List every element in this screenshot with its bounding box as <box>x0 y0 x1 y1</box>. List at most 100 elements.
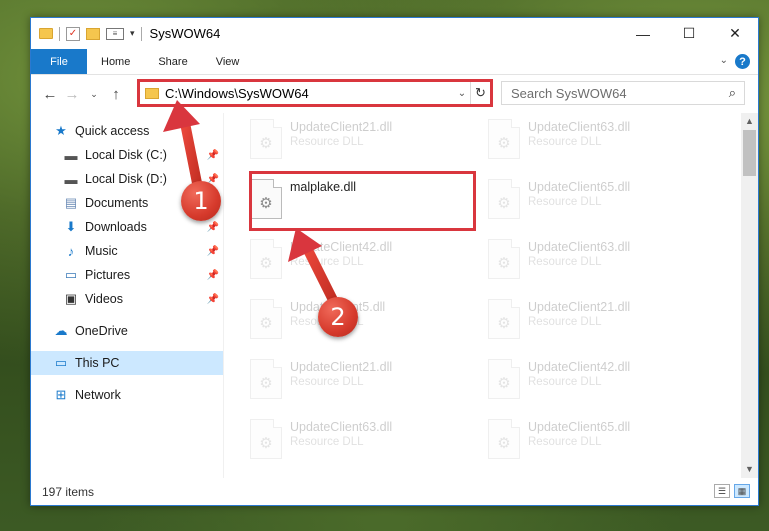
sidebar-item-network[interactable]: ⊞ Network <box>31 383 223 407</box>
divider <box>140 26 142 41</box>
file-item[interactable]: ⚙ UpdateClient5.dllResource DLL <box>246 293 476 349</box>
vertical-scrollbar[interactable]: ▲ ▼ <box>741 113 758 478</box>
main-area: ★ Quick access ▬ Local Disk (C:) 📌 ▬ Loc… <box>31 113 758 478</box>
help-button[interactable]: ? <box>735 54 750 69</box>
file-highlight-box <box>249 171 476 231</box>
minimize-button[interactable]: — <box>620 18 666 49</box>
file-name: UpdateClient21.dll <box>290 360 393 374</box>
file-type: Resource DLL <box>290 136 364 148</box>
dll-file-icon: ⚙ <box>488 119 520 159</box>
pin-icon[interactable]: 📌 <box>207 270 219 281</box>
tab-file[interactable]: File <box>31 49 87 74</box>
file-item[interactable]: ⚙ UpdateClient21.dll Resource DLL <box>246 353 476 409</box>
file-type: Resource DLL <box>528 136 602 148</box>
drive-icon: ▬ <box>64 171 78 187</box>
pictures-icon: ▭ <box>64 267 78 282</box>
file-item[interactable]: ⚙ UpdateClient65.dll Resource DLL <box>484 173 714 229</box>
search-input[interactable]: Search SysWOW64 ⌕ <box>501 81 745 105</box>
address-highlight-box <box>137 79 493 107</box>
status-bar: 197 items ☰ ▦ <box>31 478 758 505</box>
file-item[interactable]: ⚙ UpdateClient21.dll Resource DLL <box>484 293 714 349</box>
sidebar-item-this-pc[interactable]: ▭ This PC <box>31 351 223 375</box>
sidebar-item-label: Local Disk (C:) <box>85 148 167 162</box>
file-item[interactable]: ⚙ UpdateClient63.dll Resource DLL <box>246 413 476 469</box>
file-type: Resource DLL <box>290 376 364 388</box>
close-button[interactable]: ✕ <box>712 18 758 49</box>
forward-arrow-icon[interactable]: → <box>61 86 83 103</box>
pin-icon[interactable]: 📌 <box>207 294 219 305</box>
layout-icon[interactable]: ≡ <box>106 27 124 40</box>
navigation-bar: ← → ⌄ ↑ C:\Windows\SysWOW64 ⌄ ↻ Search S… <box>31 75 758 113</box>
sidebar-item-label: OneDrive <box>75 324 128 338</box>
file-name: UpdateClient65.dll <box>528 180 631 194</box>
dll-file-icon: ⚙ <box>250 359 282 399</box>
ribbon-tabs: File Home Share View ⌄ ? <box>31 49 758 75</box>
tab-home[interactable]: Home <box>87 49 144 74</box>
pin-icon[interactable]: 📌 <box>207 150 219 161</box>
folder-icon <box>39 28 53 39</box>
dll-file-icon: ⚙ <box>488 179 520 219</box>
file-name: UpdateClient63.dll <box>290 420 393 434</box>
window-title: SysWOW64 <box>149 26 221 41</box>
file-type: Resource DLL <box>528 436 602 448</box>
sidebar-item-label: Music <box>85 244 118 258</box>
cloud-icon: ☁ <box>54 323 68 338</box>
tab-view[interactable]: View <box>202 49 254 74</box>
divider <box>59 26 60 41</box>
new-folder-icon[interactable] <box>86 27 100 40</box>
back-arrow-icon[interactable]: ← <box>39 86 61 103</box>
file-type: Resource DLL <box>290 436 364 448</box>
dll-file-icon: ⚙ <box>250 299 282 339</box>
recent-locations-icon[interactable]: ⌄ <box>83 89 105 100</box>
properties-icon[interactable]: ✓ <box>66 26 80 41</box>
file-type: Resource DLL <box>528 256 602 268</box>
sidebar-item-local-disk-c[interactable]: ▬ Local Disk (C:) 📌 <box>31 143 223 167</box>
tiles-view-icon[interactable]: ▦ <box>734 484 750 498</box>
view-buttons: ☰ ▦ <box>714 484 750 498</box>
step-1-badge: 1 <box>181 181 221 221</box>
scrollbar-thumb[interactable] <box>743 130 756 176</box>
sidebar-item-onedrive[interactable]: ☁ OneDrive <box>31 319 223 343</box>
up-arrow-icon[interactable]: ↑ <box>105 86 127 103</box>
tab-share[interactable]: Share <box>144 49 201 74</box>
dll-file-icon: ⚙ <box>250 419 282 459</box>
videos-icon: ▣ <box>64 291 78 306</box>
search-placeholder: Search SysWOW64 <box>511 85 627 101</box>
drive-icon: ▬ <box>64 147 78 163</box>
scroll-up-icon[interactable]: ▲ <box>741 113 758 130</box>
maximize-button[interactable]: ☐ <box>666 18 712 49</box>
file-type: Resource DLL <box>528 316 602 328</box>
expand-ribbon-icon[interactable]: ⌄ <box>720 55 728 66</box>
sidebar-item-quick-access[interactable]: ★ Quick access <box>31 119 223 143</box>
music-icon: ♪ <box>67 243 75 259</box>
search-icon[interactable]: ⌕ <box>729 85 736 101</box>
file-item[interactable]: ⚙ UpdateClient42.dll Resource DLL <box>484 353 714 409</box>
file-list: ⚙ UpdateClient21.dll Resource DLL ⚙ malpl… <box>224 113 758 478</box>
pin-icon[interactable]: 📌 <box>207 222 219 233</box>
pin-icon[interactable]: 📌 <box>207 246 219 257</box>
sidebar-item-label: Local Disk (D:) <box>85 172 167 186</box>
file-name: UpdateClient21.dll <box>528 300 631 314</box>
file-type: Resource DLL <box>528 196 602 208</box>
file-item[interactable]: ⚙ UpdateClient63.dll Resource DLL <box>484 233 714 289</box>
customize-dropdown-icon[interactable]: ▾ <box>130 28 135 39</box>
sidebar-item-label: Downloads <box>85 220 147 234</box>
sidebar-item-music[interactable]: ♪ Music 📌 <box>31 239 223 263</box>
quick-access-toolbar: ✓ ≡ ▾ <box>31 26 142 41</box>
star-icon: ★ <box>55 123 67 138</box>
sidebar-item-videos[interactable]: ▣ Videos 📌 <box>31 287 223 311</box>
scroll-down-icon[interactable]: ▼ <box>741 461 758 478</box>
pc-icon: ▭ <box>54 355 68 370</box>
dll-file-icon: ⚙ <box>250 239 282 279</box>
file-name: UpdateClient63.dll <box>528 240 631 254</box>
file-name: UpdateClient42.dll <box>528 360 631 374</box>
sidebar-item-label: Pictures <box>85 268 131 282</box>
sidebar-item-pictures[interactable]: ▭ Pictures 📌 <box>31 263 223 287</box>
file-item[interactable]: ⚙ UpdateClient42.dll Resource DLL <box>246 233 476 289</box>
step-2-badge: 2 <box>318 297 358 337</box>
file-item[interactable]: ⚙ UpdateClient65.dll Resource DLL <box>484 413 714 469</box>
network-icon: ⊞ <box>55 387 67 402</box>
file-item[interactable]: ⚙ UpdateClient21.dll Resource DLL <box>246 113 476 169</box>
file-item[interactable]: ⚙ UpdateClient63.dll Resource DLL <box>484 113 714 169</box>
details-view-icon[interactable]: ☰ <box>714 484 730 498</box>
